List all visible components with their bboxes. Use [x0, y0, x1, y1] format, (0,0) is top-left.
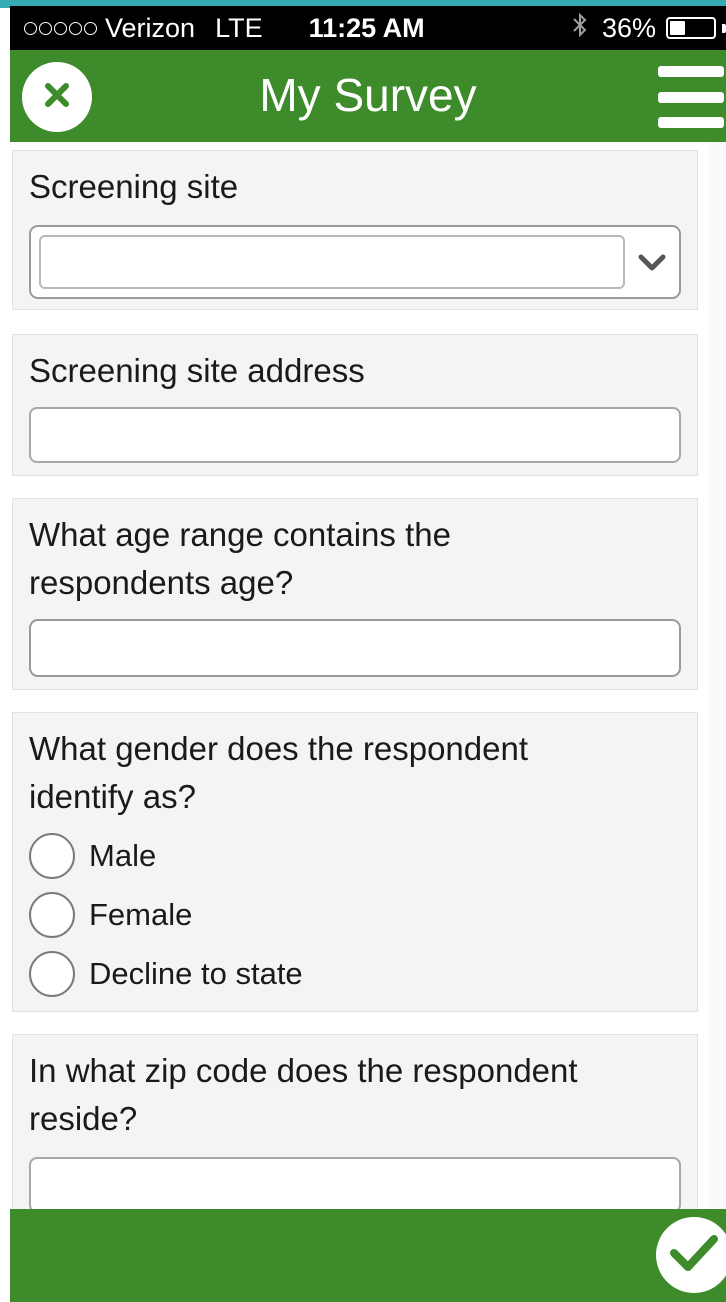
battery-percent: 36% [601, 12, 656, 43]
hamburger-menu-icon [658, 66, 724, 77]
question-card-screening-site: Screening site [12, 150, 698, 310]
question-card-zip-code: In what zip code does the respondent res… [12, 1034, 698, 1209]
screening-site-select-field[interactable] [39, 235, 625, 289]
submit-button[interactable] [656, 1217, 726, 1293]
question-label: In what zip code does the respondent [29, 1052, 578, 1089]
question-label: Screening site [29, 168, 239, 205]
question-label: Screening site address [29, 352, 365, 389]
chevron-down-icon [637, 249, 667, 275]
app-header: My Survey [10, 50, 726, 142]
radio-button[interactable] [29, 833, 75, 879]
screening-site-address-input[interactable] [29, 407, 681, 463]
page-title: My Survey [259, 69, 477, 121]
radio-label: Female [89, 897, 193, 932]
radio-button[interactable] [29, 892, 75, 938]
question-label: identify as? [29, 778, 196, 815]
question-label: What age range contains the [29, 516, 451, 553]
gender-option-female[interactable]: Female [29, 892, 192, 938]
question-label: respondents age? [29, 564, 294, 601]
screening-site-select[interactable] [29, 225, 681, 299]
battery-icon [666, 17, 716, 39]
status-time: 11:25 AM [308, 12, 425, 43]
question-card-screening-site-address: Screening site address [12, 334, 698, 476]
status-bar: Verizon LTE 11:25 AM 36% [10, 6, 726, 50]
menu-button[interactable] [658, 66, 724, 128]
battery-tip [722, 23, 726, 33]
carrier-name: Verizon [105, 12, 196, 43]
bluetooth-icon [572, 12, 588, 45]
question-label: What gender does the respondent [29, 730, 529, 767]
age-range-select[interactable] [29, 619, 681, 677]
checkmark-icon [668, 1231, 720, 1280]
signal-strength-icon [24, 21, 97, 35]
gender-option-male[interactable]: Male [29, 833, 156, 879]
gender-option-decline[interactable]: Decline to state [29, 951, 303, 997]
survey-form[interactable]: Screening site Screening site address Wh… [10, 142, 726, 1209]
footer-bar [10, 1209, 726, 1302]
network-type: LTE [215, 12, 263, 43]
zip-code-input[interactable] [29, 1157, 681, 1209]
question-card-age-range: What age range contains the respondents … [12, 498, 698, 690]
question-card-gender: What gender does the respondent identify… [12, 712, 698, 1012]
scrollbar[interactable] [708, 142, 726, 1209]
phone-screen: Verizon LTE 11:25 AM 36% My Survey Scree… [0, 0, 726, 1302]
radio-label: Decline to state [89, 956, 303, 991]
radio-label: Male [89, 838, 157, 873]
radio-button[interactable] [29, 951, 75, 997]
question-label: reside? [29, 1100, 138, 1137]
